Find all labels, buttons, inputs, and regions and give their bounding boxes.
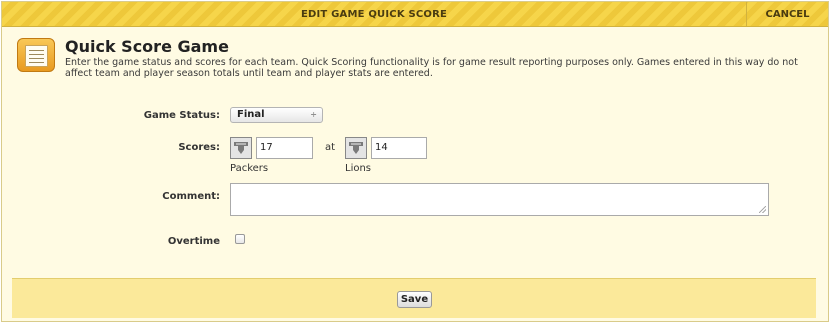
away-team-name: Lions — [345, 163, 372, 174]
team-logo-icon — [230, 137, 252, 159]
description-text: Enter the game status and scores for eac… — [65, 57, 798, 79]
at-separator: at — [325, 142, 336, 153]
scoresheet-icon — [17, 38, 55, 72]
team-logo-icon — [345, 137, 367, 159]
home-team-name: Packers — [230, 163, 269, 174]
dialog-title: EDIT GAME QUICK SCORE — [300, 9, 448, 20]
resize-grip-icon[interactable] — [759, 206, 766, 213]
page-title: Quick Score Game — [65, 37, 229, 56]
game-status-label: Game Status: — [143, 110, 220, 121]
save-button[interactable]: Save — [397, 291, 432, 308]
overtime-checkbox[interactable] — [235, 234, 245, 244]
dialog-titlebar: EDIT GAME QUICK SCORE CANCEL — [2, 2, 828, 27]
cancel-button[interactable]: CANCEL — [746, 2, 828, 27]
scores-label: Scores: — [178, 142, 220, 153]
select-arrows-icon: ÷ — [310, 110, 317, 119]
comment-textarea[interactable] — [230, 183, 769, 216]
home-score-input[interactable]: 17 — [256, 137, 313, 159]
game-status-value: Final — [237, 109, 265, 120]
game-status-select[interactable]: Final ÷ — [230, 107, 323, 123]
overtime-label: Overtime — [167, 236, 220, 247]
comment-label: Comment: — [162, 191, 220, 202]
away-score-input[interactable]: 14 — [371, 137, 427, 159]
